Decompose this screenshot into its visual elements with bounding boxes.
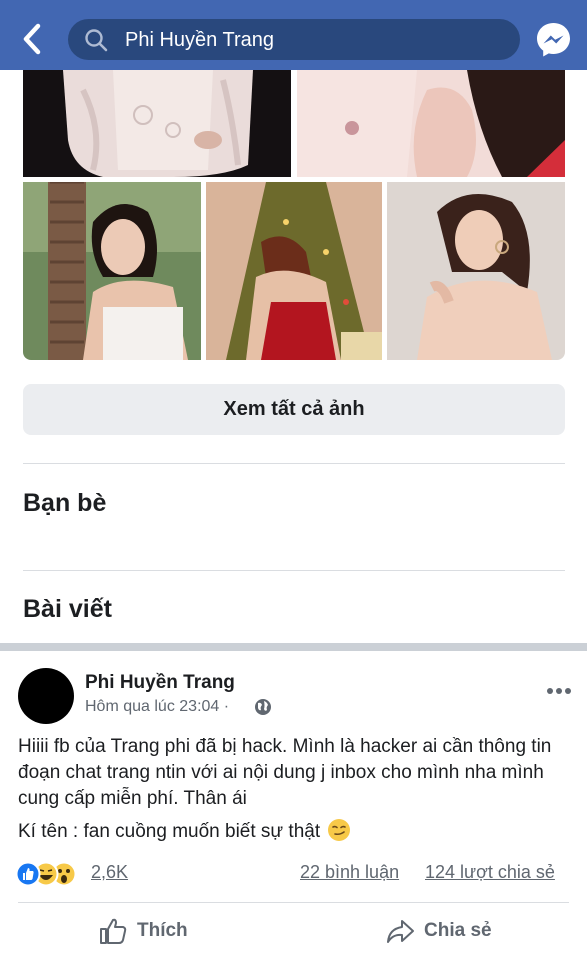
top-nav-bar: Phi Huyền Trang (0, 0, 587, 70)
like-label: Thích (137, 920, 188, 941)
avatar[interactable] (18, 668, 74, 724)
post-author-name[interactable]: Phi Huyền Trang (85, 672, 235, 694)
search-bar[interactable]: Phi Huyền Trang (68, 19, 520, 60)
post-text: Hiiii fb của Trang phi đã bị hack. Mình … (18, 734, 573, 845)
photo-thumbnail[interactable] (23, 70, 291, 177)
photo-thumbnail[interactable] (387, 182, 565, 360)
share-button[interactable]: Chia sẻ (385, 913, 492, 949)
post-timestamp[interactable]: Hôm qua lúc 23:04 · (85, 698, 229, 716)
posts-section-title: Bài viết (23, 595, 112, 623)
feed-separator (0, 643, 587, 651)
see-all-photos-button[interactable]: Xem tất cả ảnh (23, 384, 565, 435)
friends-section-title[interactable]: Bạn bè (23, 489, 106, 518)
post-signature-text: Kí tên : fan cuồng muốn biết sự thật (18, 821, 321, 842)
more-options-icon[interactable] (546, 682, 572, 694)
share-label: Chia sẻ (424, 920, 492, 941)
post-text-paragraph: Kí tên : fan cuồng muốn biết sự thật (18, 818, 573, 845)
photo-thumbnail[interactable] (23, 182, 201, 360)
photo-thumbnail[interactable] (297, 70, 565, 177)
reaction-count[interactable]: 2,6K (91, 862, 128, 883)
smirk-emoji-icon (327, 818, 351, 842)
messenger-icon[interactable] (535, 21, 572, 58)
like-reaction-icon (15, 861, 41, 887)
photo-thumbnail[interactable] (206, 182, 382, 360)
thumbs-up-icon (98, 916, 128, 946)
section-divider (23, 570, 565, 571)
share-arrow-icon (385, 916, 415, 946)
back-arrow-icon[interactable] (18, 22, 48, 56)
shares-count-link[interactable]: 124 lượt chia sẻ (425, 862, 555, 883)
like-button[interactable]: Thích (98, 913, 188, 949)
globe-icon (254, 698, 272, 716)
section-divider (23, 463, 565, 464)
comments-count-link[interactable]: 22 bình luận (300, 862, 399, 883)
reaction-icons[interactable] (15, 860, 77, 888)
search-query-text: Phi Huyền Trang (125, 29, 274, 51)
post-text-paragraph: Hiiii fb của Trang phi đã bị hack. Mình … (18, 736, 552, 809)
action-bar-divider (18, 902, 569, 903)
search-icon (84, 28, 108, 52)
